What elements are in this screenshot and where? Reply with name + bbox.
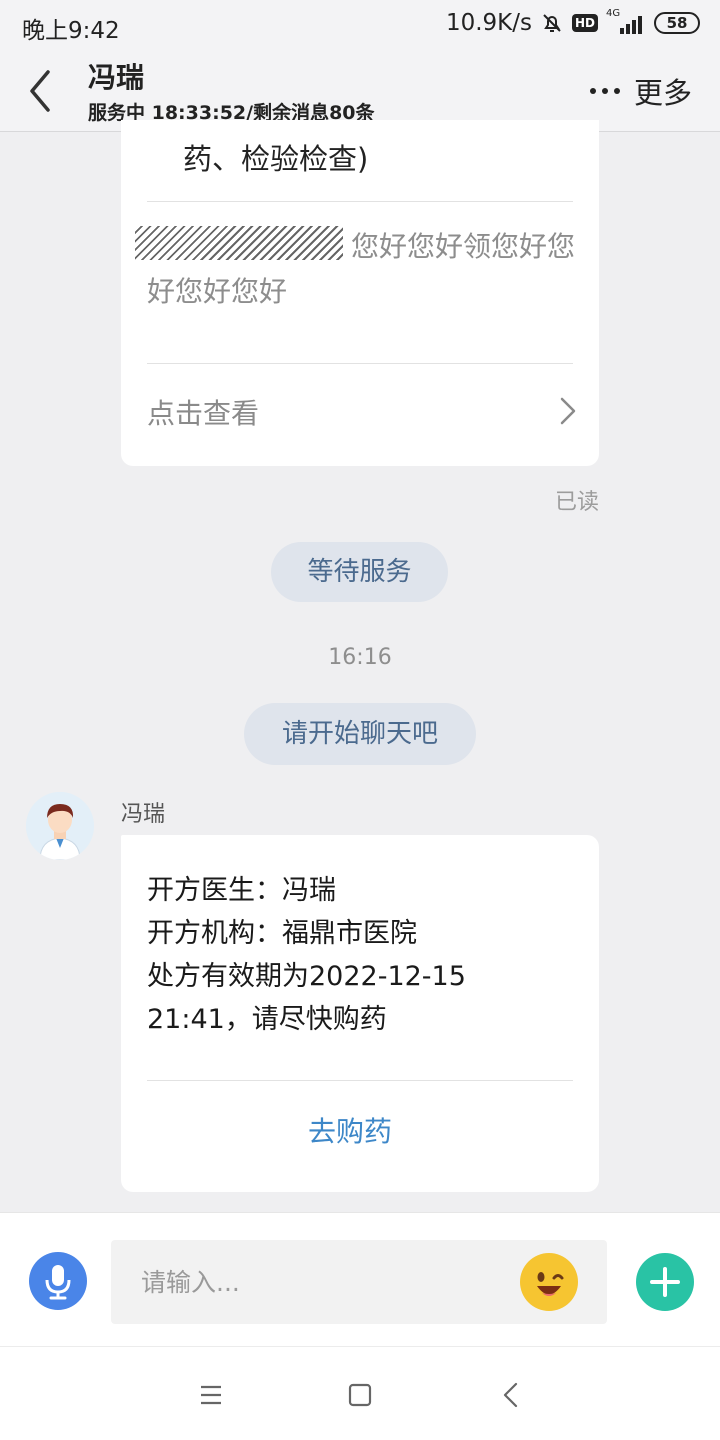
message-timestamp: 16:16 — [328, 645, 392, 670]
back-nav-icon[interactable] — [494, 1377, 530, 1413]
sender-name: 冯瑞 — [121, 802, 166, 827]
prescription-details: 开方医生：冯瑞 开方机构：福鼎市医院 处方有效期为2022-12-15 21:4… — [147, 869, 466, 1041]
prescription-validity: 处方有效期为2022-12-15 — [147, 961, 466, 992]
prescribing-doctor: 开方医生：冯瑞 — [147, 875, 336, 906]
home-icon[interactable] — [342, 1377, 378, 1413]
buy-medicine-button[interactable]: 去购药 — [121, 1110, 579, 1150]
add-attachment-button[interactable] — [636, 1253, 694, 1311]
message-input-container — [111, 1240, 607, 1324]
prescribing-institution: 开方机构：福鼎市医院 — [147, 918, 417, 949]
card-divider — [147, 1080, 573, 1081]
system-notice-start-chat: 请开始聊天吧 — [244, 703, 476, 765]
card-divider — [147, 201, 573, 202]
status-right: 10.9K/s HD 4G 58 — [445, 8, 700, 36]
view-details-link[interactable]: 点击查看 — [147, 392, 259, 432]
plus-icon — [650, 1267, 680, 1297]
more-dots-icon — [589, 88, 620, 94]
prescription-card: 开方医生：冯瑞 开方机构：福鼎市医院 处方有效期为2022-12-15 21:4… — [121, 835, 599, 1192]
previous-message-card[interactable]: 药、检验检查) 您好您好领您好您好您好您好 点击查看 — [121, 120, 599, 466]
status-bar: 晚上9:42 10.9K/s HD 4G 58 — [0, 0, 720, 50]
system-nav-bar — [0, 1346, 720, 1440]
prescription-validity-time: 21:41，请尽快购药 — [147, 1004, 387, 1035]
emoji-button[interactable] — [520, 1253, 578, 1311]
system-notice-waiting: 等待服务 — [271, 542, 448, 602]
input-bar — [0, 1212, 720, 1346]
back-arrow-icon[interactable] — [22, 66, 62, 116]
chat-title: 冯瑞 — [88, 61, 145, 94]
message-input[interactable] — [141, 1262, 501, 1302]
battery-icon: 58 — [654, 12, 700, 34]
card-top-text: 药、检验检查) — [183, 142, 369, 176]
read-receipt: 已读 — [555, 490, 600, 515]
doctor-icon — [26, 792, 94, 860]
bell-muted-icon — [543, 14, 561, 32]
hd-badge: HD — [571, 14, 598, 32]
card-divider — [147, 363, 573, 364]
signal-icon: 4G — [606, 8, 646, 34]
doctor-avatar[interactable] — [26, 792, 94, 860]
voice-input-button[interactable] — [29, 1252, 87, 1310]
network-speed: 10.9K/s — [445, 10, 532, 36]
status-time: 晚上9:42 — [22, 18, 120, 44]
mic-icon — [45, 1265, 71, 1300]
more-button[interactable]: 更多 — [589, 70, 692, 112]
menu-icon[interactable] — [193, 1377, 229, 1413]
card-message: 您好您好领您好您好您好您好 — [147, 230, 576, 308]
chevron-right-icon — [560, 397, 576, 425]
more-label: 更多 — [633, 76, 692, 110]
emoji-icon — [537, 1272, 564, 1296]
